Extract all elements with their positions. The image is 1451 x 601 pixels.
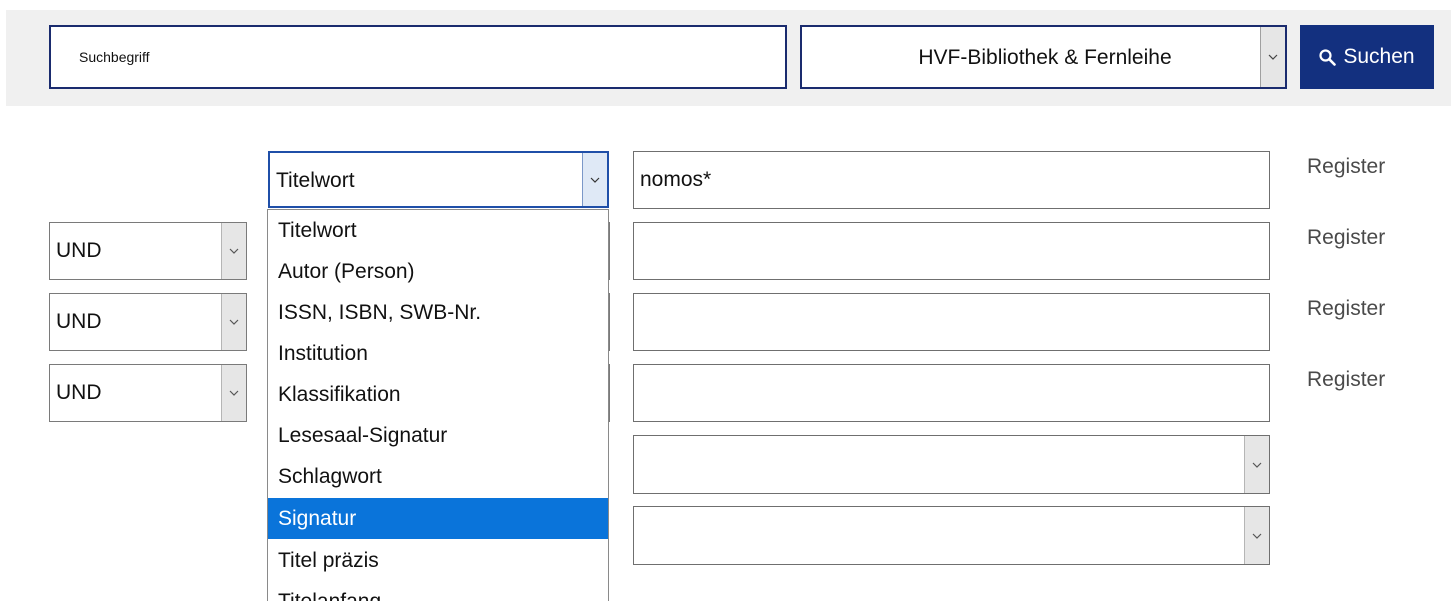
dropdown-option[interactable]: Klassifikation: [268, 374, 608, 415]
operator-select-value: UND: [56, 381, 102, 404]
term-input-4[interactable]: [633, 364, 1270, 422]
dropdown-option[interactable]: Titelwort: [268, 210, 608, 251]
field-dropdown-list: Titelwort Autor (Person) ISSN, ISBN, SWB…: [267, 209, 609, 601]
search-input[interactable]: Suchbegriff: [49, 25, 787, 89]
dropdown-option[interactable]: Institution: [268, 333, 608, 374]
chevron-down-icon[interactable]: [1260, 27, 1285, 87]
register-link-1[interactable]: Register: [1307, 155, 1385, 179]
term-input-2[interactable]: [633, 222, 1270, 280]
dropdown-option[interactable]: Autor (Person): [268, 251, 608, 292]
dropdown-option[interactable]: Schlagwort: [268, 456, 608, 497]
chevron-down-icon[interactable]: [221, 365, 246, 421]
operator-select-4[interactable]: UND: [49, 364, 247, 422]
term-input-3[interactable]: [633, 293, 1270, 351]
field-select-value: Titelwort: [276, 169, 355, 192]
dropdown-option-highlighted[interactable]: Signatur: [268, 498, 608, 539]
operator-select-3[interactable]: UND: [49, 293, 247, 351]
chevron-down-icon[interactable]: [1244, 436, 1269, 493]
filter-select-1[interactable]: [633, 435, 1270, 494]
library-select-value: HVF-Bibliothek & Fernleihe: [918, 46, 1172, 69]
search-button[interactable]: Suchen: [1300, 25, 1434, 89]
operator-select-value: UND: [56, 310, 102, 333]
search-button-label: Suchen: [1343, 45, 1415, 68]
magnifier-icon: [1319, 48, 1337, 66]
operator-select-2[interactable]: UND: [49, 222, 247, 280]
chevron-down-icon[interactable]: [221, 294, 246, 350]
dropdown-option[interactable]: Lesesaal-Signatur: [268, 415, 608, 456]
filter-select-2[interactable]: [633, 506, 1270, 565]
operator-select-value: UND: [56, 239, 102, 262]
chevron-down-icon[interactable]: [1244, 507, 1269, 564]
field-select[interactable]: Titelwort: [268, 151, 609, 208]
register-link-4[interactable]: Register: [1307, 368, 1385, 392]
dropdown-option[interactable]: Titelanfang: [268, 581, 608, 601]
dropdown-option[interactable]: ISSN, ISBN, SWB-Nr.: [268, 292, 608, 333]
register-link-3[interactable]: Register: [1307, 297, 1385, 321]
term-input-1[interactable]: nomos*: [633, 151, 1270, 209]
chevron-down-icon[interactable]: [221, 223, 246, 279]
library-select[interactable]: HVF-Bibliothek & Fernleihe: [800, 25, 1287, 89]
register-link-2[interactable]: Register: [1307, 226, 1385, 250]
dropdown-option[interactable]: Titel präzis: [268, 540, 608, 581]
chevron-down-icon[interactable]: [582, 153, 607, 206]
